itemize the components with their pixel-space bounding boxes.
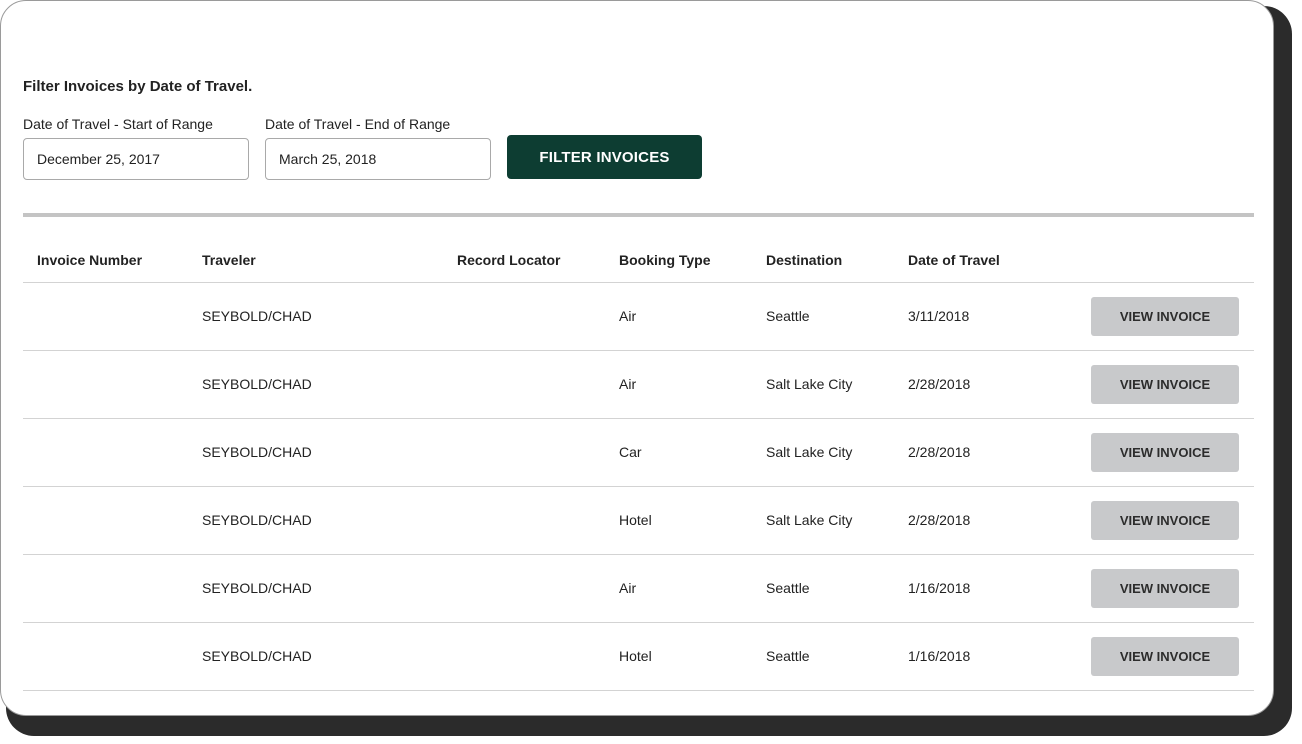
filter-invoices-button[interactable]: FILTER INVOICES [507, 135, 702, 179]
table-body: SEYBOLD/CHAD Air Seattle 3/11/2018 VIEW INVO… [23, 283, 1254, 691]
cell-date-of-travel: 1/16/2018 [908, 648, 971, 664]
invoice-panel: Filter Invoices by Date of Travel. Date … [0, 0, 1274, 716]
start-date-input[interactable] [23, 138, 249, 180]
cell-traveler: SEYBOLD/CHAD [202, 308, 312, 324]
table-row: SEYBOLD/CHAD Air Seattle 1/16/2018 VIEW INVO… [23, 555, 1254, 623]
cell-destination: Salt Lake City [766, 512, 853, 528]
cell-traveler: SEYBOLD/CHAD [202, 512, 312, 528]
cell-date-of-travel: 2/28/2018 [908, 376, 971, 392]
section-divider [23, 213, 1254, 217]
invoice-table: Invoice Number Traveler Record Locator B… [23, 241, 1254, 691]
end-date-input[interactable] [265, 138, 491, 180]
cell-booking-type: Hotel [619, 648, 652, 664]
view-invoice-button[interactable]: VIEW INVOICE [1091, 433, 1239, 472]
header-destination: Destination [766, 252, 843, 268]
cell-traveler: SEYBOLD/CHAD [202, 444, 312, 460]
header-date-of-travel: Date of Travel [908, 252, 1000, 268]
view-invoice-button[interactable]: VIEW INVOICE [1091, 637, 1239, 676]
cell-booking-type: Air [619, 376, 637, 392]
view-invoice-button[interactable]: VIEW INVOICE [1091, 365, 1239, 404]
end-date-label: Date of Travel - End of Range [265, 116, 451, 132]
table-row: SEYBOLD/CHAD Hotel Seattle 1/16/2018 VIEW IN… [23, 623, 1254, 691]
header-invoice-number: Invoice Number [37, 252, 143, 268]
table-row: SEYBOLD/CHAD Car Salt Lake City 2/28/2018 VI… [23, 419, 1254, 487]
cell-traveler: SEYBOLD/CHAD [202, 580, 312, 596]
table-row: SEYBOLD/CHAD Air Seattle 3/11/2018 VIEW INVO… [23, 283, 1254, 351]
cell-destination: Seattle [766, 308, 810, 324]
filter-heading: Filter Invoices by Date of Travel. [23, 78, 253, 95]
table-row: SEYBOLD/CHAD Hotel Salt Lake City 2/28/2018… [23, 487, 1254, 555]
header-record-locator: Record Locator [457, 252, 561, 268]
cell-date-of-travel: 3/11/2018 [908, 308, 970, 324]
view-invoice-button[interactable]: VIEW INVOICE [1091, 297, 1239, 336]
cell-traveler: SEYBOLD/CHAD [202, 376, 312, 392]
view-invoice-button[interactable]: VIEW INVOICE [1091, 501, 1239, 540]
header-booking-type: Booking Type [619, 252, 711, 268]
cell-booking-type: Car [619, 444, 642, 460]
cell-booking-type: Air [619, 308, 637, 324]
cell-booking-type: Air [619, 580, 637, 596]
cell-date-of-travel: 2/28/2018 [908, 444, 971, 460]
table-row: SEYBOLD/CHAD Air Salt Lake City 2/28/2018 VI… [23, 351, 1254, 419]
cell-destination: Salt Lake City [766, 376, 853, 392]
cell-date-of-travel: 2/28/2018 [908, 512, 971, 528]
cell-traveler: SEYBOLD/CHAD [202, 648, 312, 664]
table-header: Invoice Number Traveler Record Locator B… [23, 241, 1254, 283]
view-invoice-button[interactable]: VIEW INVOICE [1091, 569, 1239, 608]
cell-date-of-travel: 1/16/2018 [908, 580, 971, 596]
cell-destination: Seattle [766, 580, 810, 596]
cell-booking-type: Hotel [619, 512, 652, 528]
header-traveler: Traveler [202, 252, 256, 268]
cell-destination: Seattle [766, 648, 810, 664]
cell-destination: Salt Lake City [766, 444, 853, 460]
start-date-label: Date of Travel - Start of Range [23, 116, 213, 132]
